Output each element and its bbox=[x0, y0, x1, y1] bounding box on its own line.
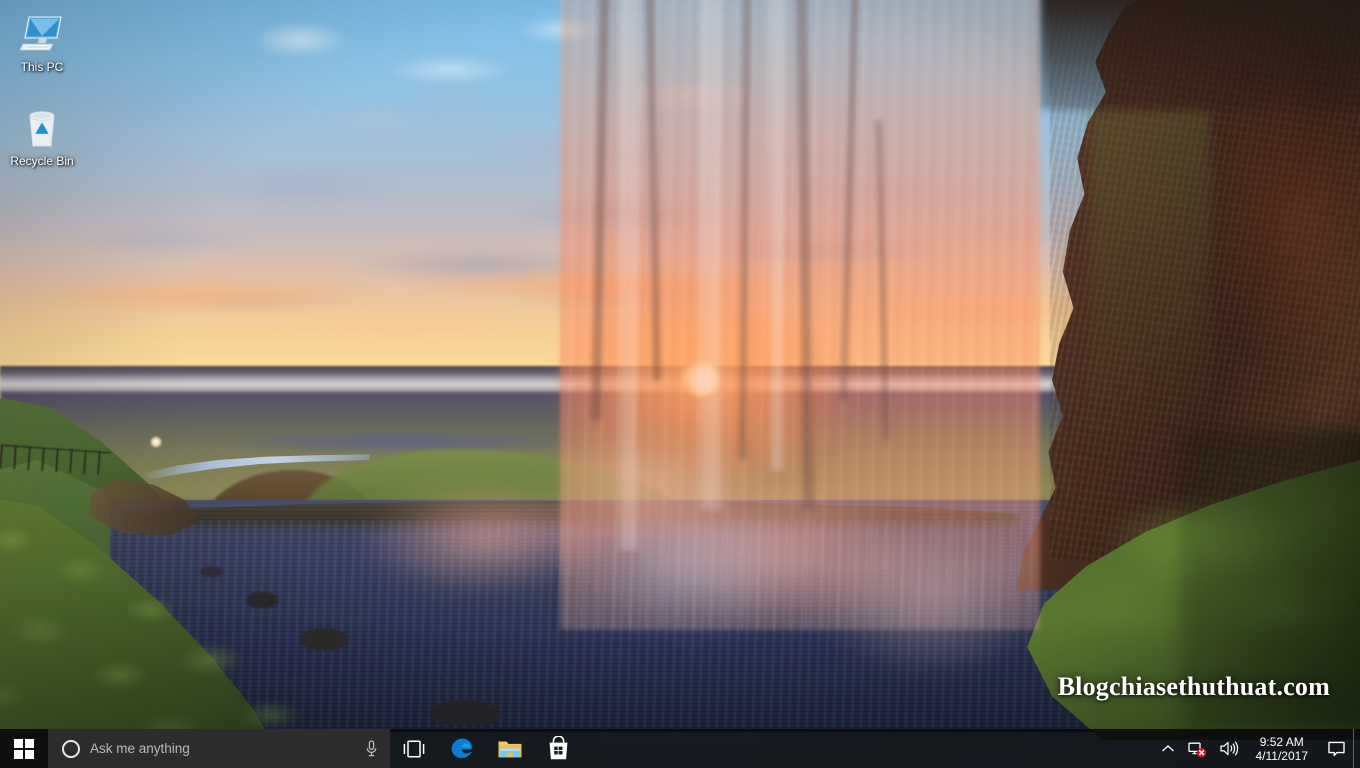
speaker-icon[interactable] bbox=[1213, 729, 1245, 768]
desktop-screen: Blogchiasethuthuat.com bbox=[0, 0, 1360, 768]
network-error-icon[interactable] bbox=[1181, 729, 1213, 768]
edge-button[interactable] bbox=[438, 729, 486, 768]
search-input[interactable]: Ask me anything bbox=[48, 729, 390, 768]
computer-monitor-icon bbox=[4, 10, 80, 58]
taskbar: Ask me anything bbox=[0, 729, 1360, 768]
taskbar-buttons bbox=[390, 729, 582, 768]
desktop-icon-this-pc[interactable]: This PC bbox=[4, 10, 80, 74]
blog-watermark: Blogchiasethuthuat.com bbox=[1058, 672, 1330, 702]
microsoft-store-button[interactable] bbox=[534, 729, 582, 768]
show-hidden-icons-button[interactable] bbox=[1155, 729, 1181, 768]
desktop-icon-label: This PC bbox=[4, 60, 80, 74]
search-placeholder: Ask me anything bbox=[90, 741, 350, 756]
system-tray: 9:52 AM 4/11/2017 bbox=[1155, 729, 1360, 768]
desktop-icon-label: Recycle Bin bbox=[4, 154, 80, 168]
microphone-icon[interactable] bbox=[360, 729, 382, 768]
show-desktop-button[interactable] bbox=[1353, 729, 1360, 768]
cortana-circle-icon bbox=[62, 740, 80, 758]
start-button[interactable] bbox=[0, 729, 48, 768]
desktop-wallpaper[interactable] bbox=[0, 0, 1360, 768]
clock-time: 9:52 AM bbox=[1260, 735, 1304, 749]
file-explorer-button[interactable] bbox=[486, 729, 534, 768]
desktop-icon-recycle-bin[interactable]: Recycle Bin bbox=[4, 104, 80, 168]
vignette-overlay bbox=[0, 0, 1360, 768]
windows-logo-icon bbox=[14, 739, 34, 759]
recycle-bin-icon bbox=[4, 104, 80, 152]
clock-date: 4/11/2017 bbox=[1256, 749, 1309, 763]
action-center-button[interactable] bbox=[1319, 729, 1353, 768]
task-view-button[interactable] bbox=[390, 729, 438, 768]
taskbar-clock[interactable]: 9:52 AM 4/11/2017 bbox=[1245, 729, 1320, 768]
